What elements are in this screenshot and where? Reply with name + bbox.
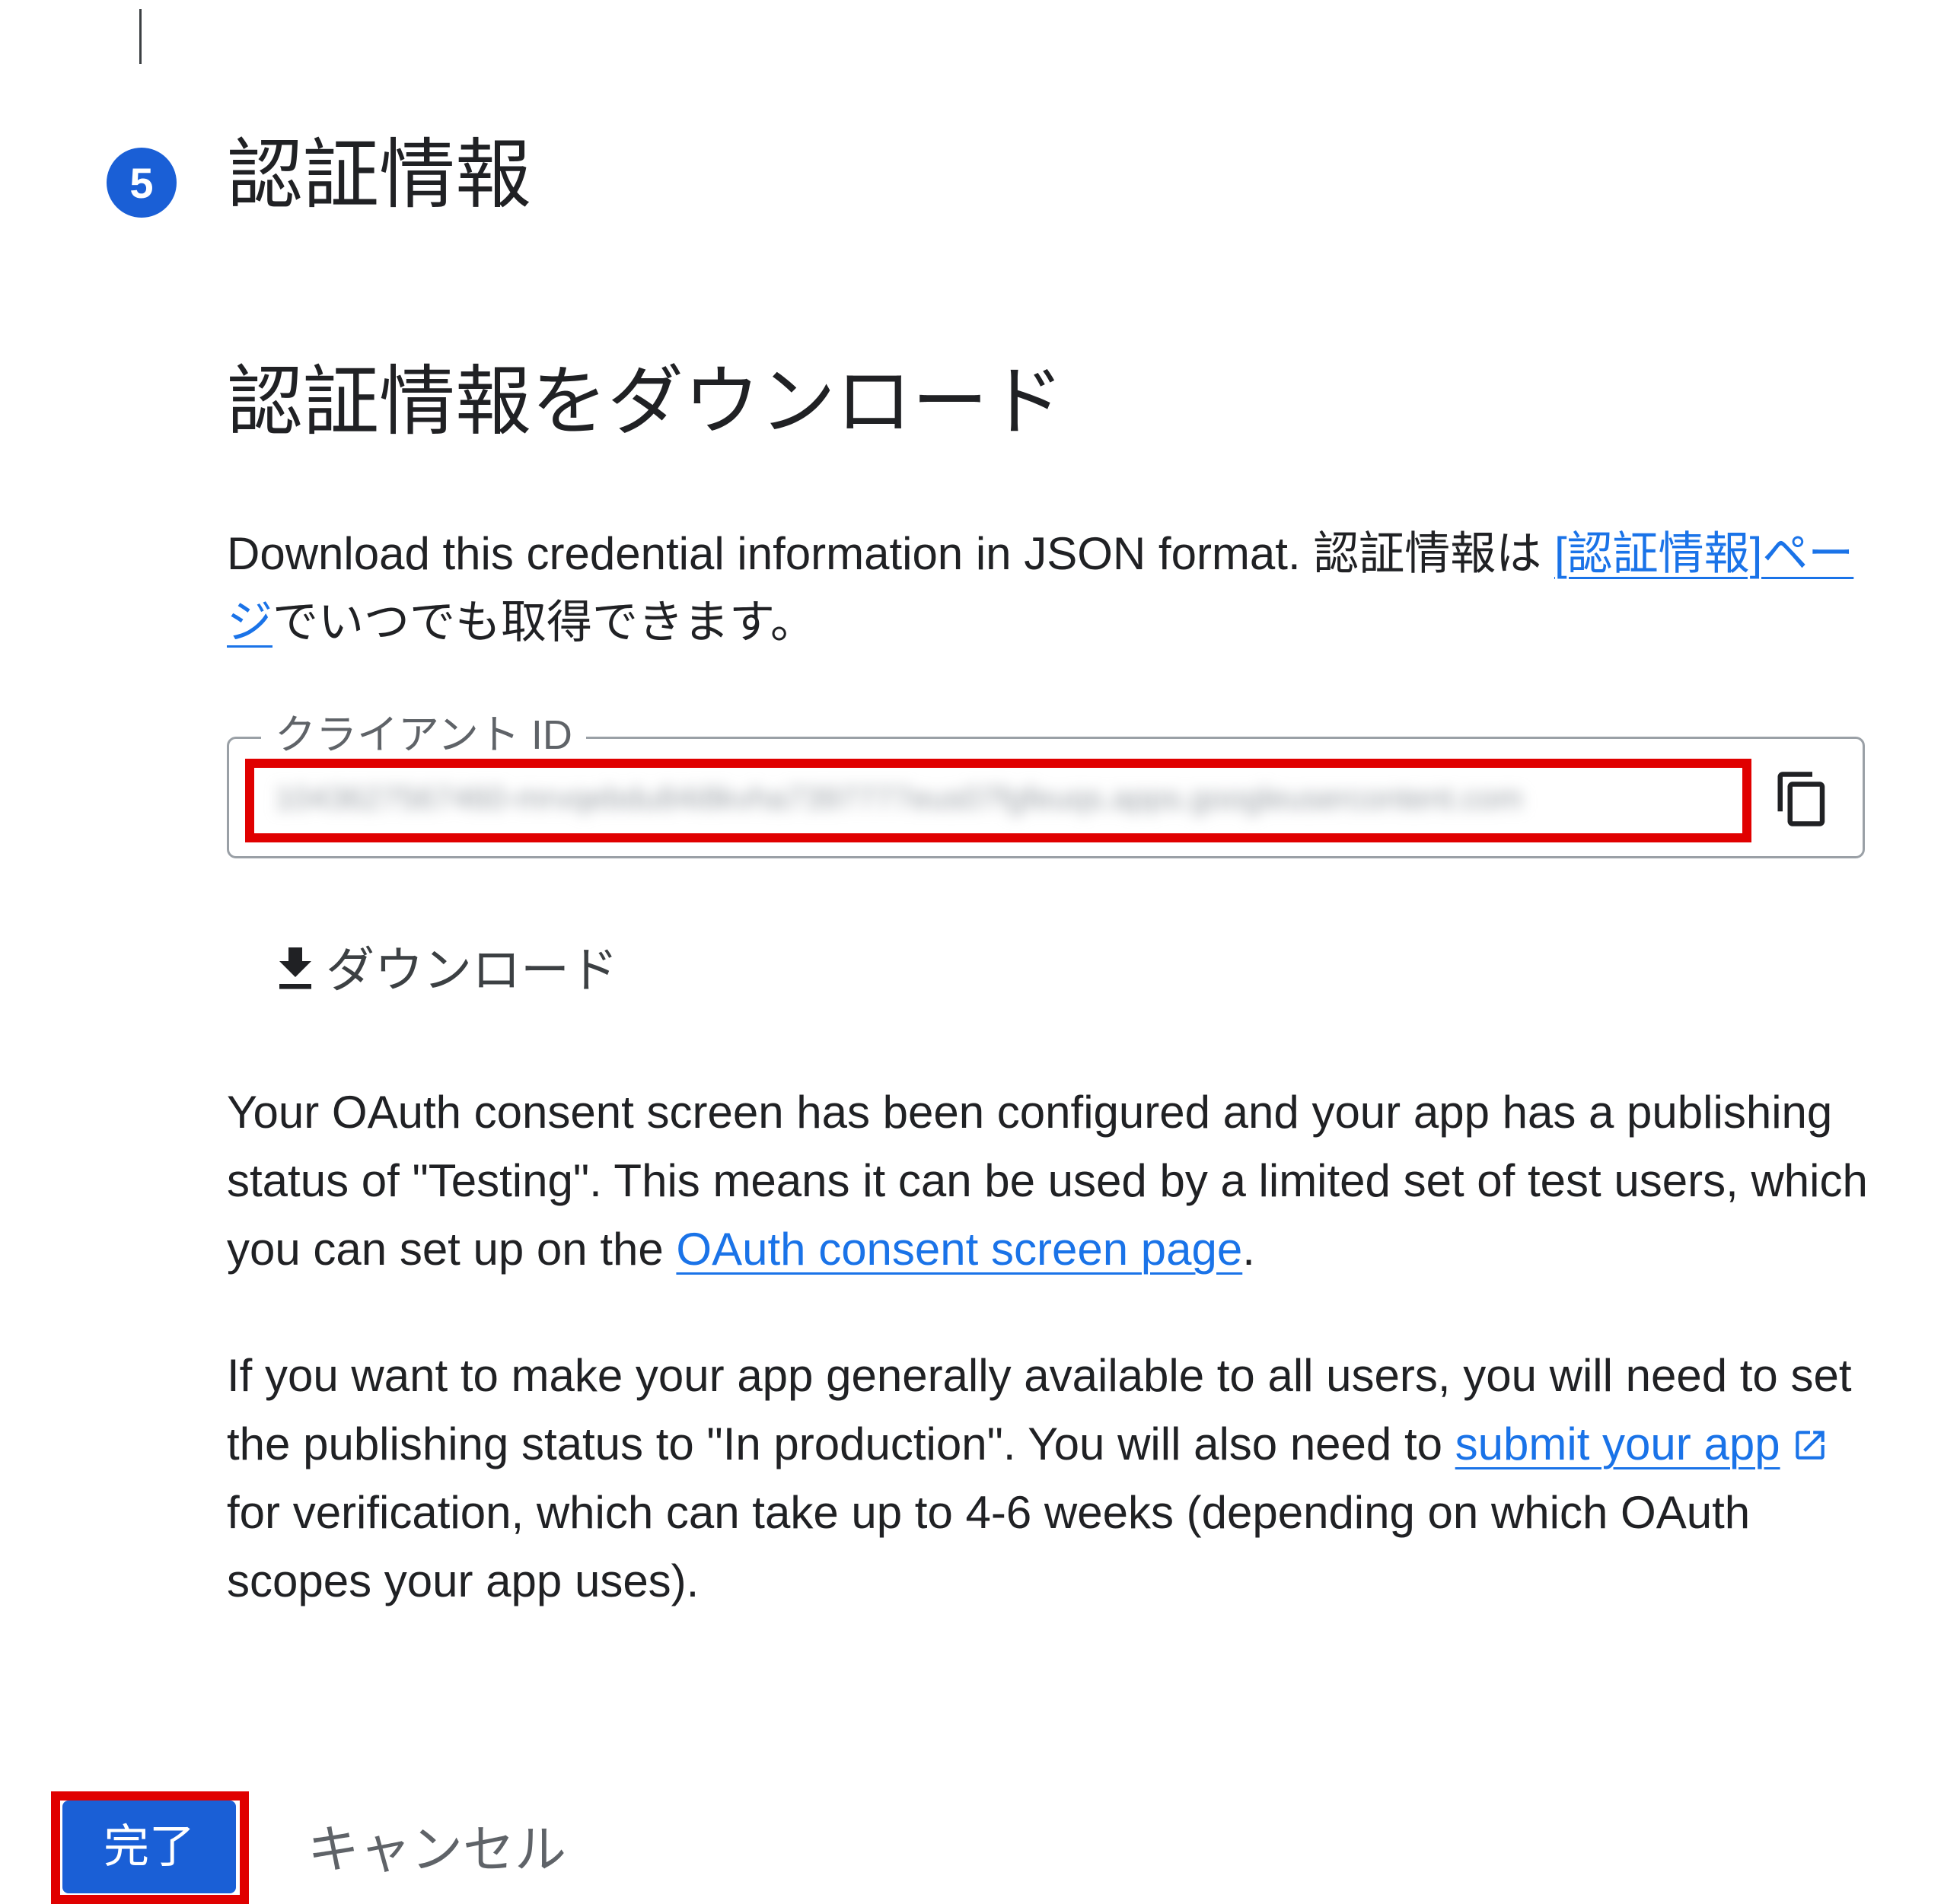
download-description-prefix: Download this credential information in … [227, 528, 1554, 579]
stepper-connector-line [139, 9, 142, 64]
step-number-badge: 5 [107, 148, 177, 218]
copy-button[interactable] [1773, 769, 1832, 829]
external-link-icon[interactable] [1791, 1426, 1829, 1464]
production-paragraph: If you want to make your app generally a… [227, 1342, 1886, 1616]
oauth-consent-screen-link[interactable]: OAuth consent screen page [676, 1224, 1242, 1275]
client-id-highlight-box [245, 759, 1751, 842]
client-id-label: クライアント ID [261, 708, 586, 762]
download-description: Download this credential information in … [227, 520, 1886, 657]
done-button[interactable]: 完了 [62, 1801, 236, 1893]
consent-paragraph-suffix: . [1242, 1224, 1255, 1275]
consent-status-paragraph: Your OAuth consent screen has been confi… [227, 1078, 1886, 1284]
download-description-suffix: でいつでも取得できます。 [272, 597, 816, 648]
copy-icon [1777, 772, 1825, 826]
download-icon [279, 947, 311, 989]
download-section-title: 認証情報をダウンロード [227, 359, 1064, 444]
step-title: 認証情報 [227, 132, 531, 218]
download-button[interactable]: ダウンロード [268, 928, 618, 1012]
download-button-label: ダウンロード [326, 943, 618, 998]
production-paragraph-suffix: for verification, which can take up to 4… [227, 1487, 1751, 1606]
cancel-button[interactable]: キャンセル [308, 1808, 566, 1892]
submit-your-app-link[interactable]: submit your app [1455, 1418, 1780, 1469]
